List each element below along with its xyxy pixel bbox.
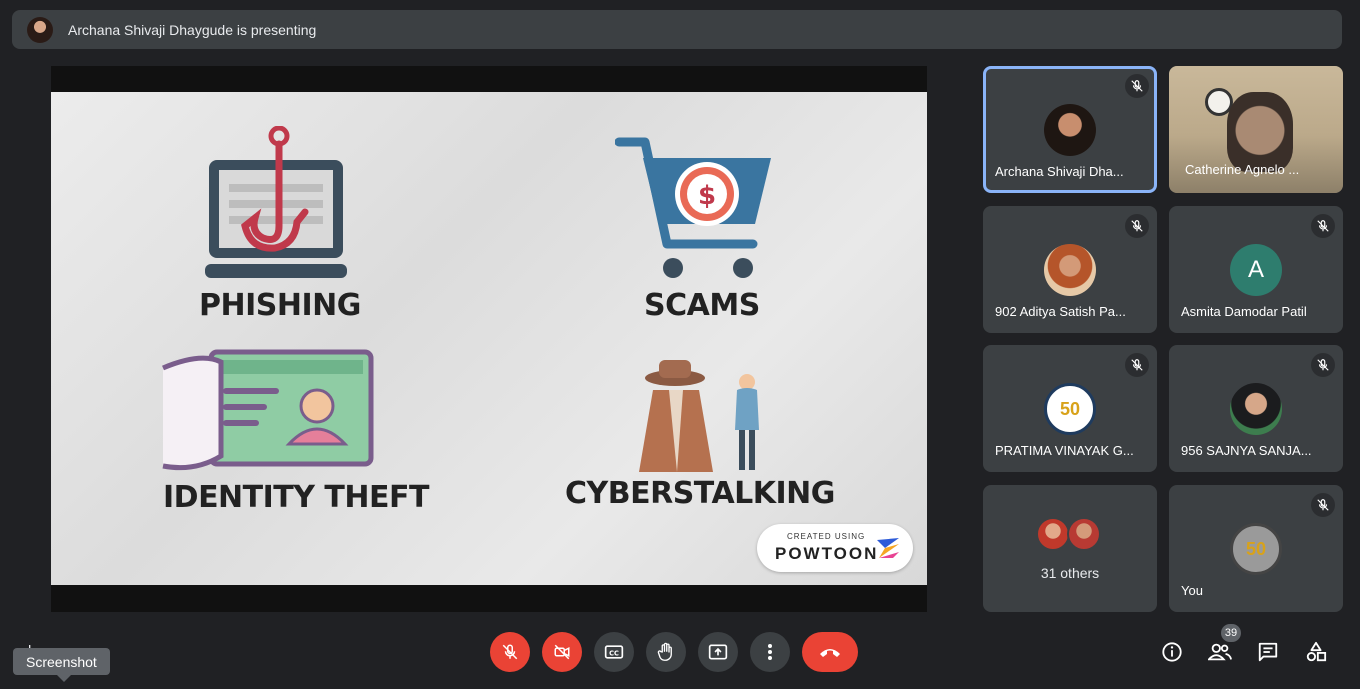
phishing-laptop-illustration xyxy=(205,126,347,278)
avatar xyxy=(1067,517,1101,551)
camera-off-icon xyxy=(554,644,570,660)
participant-tile[interactable]: 50 PRATIMA VINAYAK G... xyxy=(983,345,1157,472)
mic-off-icon xyxy=(1125,214,1149,238)
avatar xyxy=(1044,104,1096,156)
participant-tile[interactable]: 902 Aditya Satish Pa... xyxy=(983,206,1157,333)
presentation-slide: PHISHING $ SCAMS IDENTITY THEFT CYBERSTA… xyxy=(51,92,927,585)
avatar: A xyxy=(1230,244,1282,296)
participant-tile[interactable]: Catherine Agnelo ... xyxy=(1169,66,1343,193)
participant-name: Archana Shivaji Dha... xyxy=(995,164,1124,179)
watermark-brand-text: POWTOON xyxy=(775,544,879,563)
participant-tile[interactable]: 956 SAJNYA SANJA... xyxy=(1169,345,1343,472)
identity-theft-card-illustration xyxy=(162,349,374,471)
captions-button[interactable]: CC xyxy=(594,632,634,672)
participant-tile[interactable]: A Asmita Damodar Patil xyxy=(1169,206,1343,333)
participant-name: PRATIMA VINAYAK G... xyxy=(995,443,1134,458)
svg-text:$: $ xyxy=(698,181,716,211)
captions-icon: CC xyxy=(604,645,624,659)
avatar xyxy=(1036,517,1070,551)
mic-off-icon xyxy=(1311,353,1335,377)
present-screen-icon xyxy=(708,644,728,660)
participant-name: Catherine Agnelo ... xyxy=(1185,162,1300,177)
meeting-details-button[interactable] xyxy=(1158,638,1186,666)
self-tile[interactable]: 50 You xyxy=(1169,485,1343,612)
raise-hand-button[interactable] xyxy=(646,632,686,672)
avatar-initial: A xyxy=(1247,256,1264,283)
watermark-small-text: CREATED USING xyxy=(787,532,866,541)
info-icon xyxy=(1162,642,1182,662)
activities-shapes-icon xyxy=(1306,641,1327,662)
cyberstalking-label: CYBERSTALKING xyxy=(565,476,835,511)
more-options-button[interactable] xyxy=(750,632,790,672)
powtoon-logo-icon xyxy=(877,538,899,558)
presenter-avatar xyxy=(27,16,53,43)
mic-off-icon xyxy=(1125,74,1149,98)
avatar xyxy=(1044,244,1096,296)
present-now-button[interactable] xyxy=(698,632,738,672)
participant-name: Asmita Damodar Patil xyxy=(1181,304,1307,319)
cyberstalking-illustration xyxy=(639,360,759,472)
phishing-label: PHISHING xyxy=(199,288,361,323)
presenting-banner: Archana Shivaji Dhaygude is presenting xyxy=(12,10,1342,49)
participant-name: 956 SAJNYA SANJA... xyxy=(1181,443,1312,458)
avatar: 50 xyxy=(1044,383,1096,435)
others-tile[interactable]: 31 others xyxy=(983,485,1157,612)
participant-face xyxy=(1227,92,1293,172)
scams-label: SCAMS xyxy=(644,288,760,323)
mic-off-icon xyxy=(1125,353,1149,377)
people-icon xyxy=(1208,643,1232,661)
more-vert-icon xyxy=(768,644,772,660)
participant-tile[interactable]: Archana Shivaji Dha... xyxy=(983,66,1157,193)
scams-cart-illustration: $ xyxy=(615,137,771,278)
phone-hangup-icon xyxy=(820,649,840,657)
chat-button[interactable] xyxy=(1254,638,1282,666)
chat-icon xyxy=(1258,642,1278,662)
participant-count-badge: 39 xyxy=(1221,624,1241,642)
mic-toggle-button[interactable] xyxy=(490,632,530,672)
powtoon-watermark: CREATED USING POWTOON xyxy=(757,524,913,572)
avatar: 50 xyxy=(1230,523,1282,575)
svg-text:CC: CC xyxy=(609,649,619,657)
mic-off-icon xyxy=(1311,214,1335,238)
participant-name: 902 Aditya Satish Pa... xyxy=(995,304,1126,319)
identity-theft-label: IDENTITY THEFT xyxy=(163,480,429,515)
participants-button[interactable] xyxy=(1206,638,1234,666)
camera-toggle-button[interactable] xyxy=(542,632,582,672)
presentation-stage[interactable]: PHISHING $ SCAMS IDENTITY THEFT CYBERSTA… xyxy=(51,66,927,612)
mic-off-icon xyxy=(502,644,518,660)
presenting-text: Archana Shivaji Dhaygude is presenting xyxy=(68,21,317,38)
leave-call-button[interactable] xyxy=(802,632,858,672)
mic-off-icon xyxy=(1311,493,1335,517)
others-count-label: 31 others xyxy=(1040,565,1100,581)
avatar xyxy=(1230,383,1282,435)
participant-name: You xyxy=(1181,583,1203,598)
activities-button[interactable] xyxy=(1302,638,1330,666)
screenshot-tooltip: Screenshot xyxy=(13,648,110,682)
hand-icon xyxy=(657,642,672,661)
